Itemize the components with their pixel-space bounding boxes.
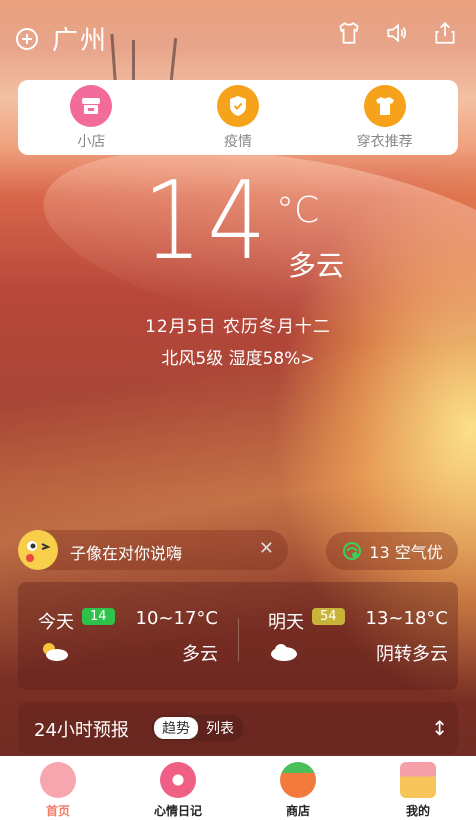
tab-trend[interactable]: 趋势 [154, 717, 198, 739]
temperature-range: 10~17°C [135, 608, 218, 629]
add-city-icon[interactable] [16, 27, 38, 50]
emoji-face-icon [18, 530, 58, 570]
palm-tree [132, 40, 135, 80]
quick-action-clothing[interactable]: 穿衣推荐 [325, 84, 445, 151]
forecast-condition: 阴转多云 [376, 644, 448, 665]
greeting-banner[interactable]: 子像在对你说嗨 ✕ [18, 530, 288, 570]
divider [238, 618, 239, 662]
forecast-today[interactable]: 今天 14 10~17°C 多云 [18, 582, 228, 690]
wind-humidity-link[interactable]: 北风5级 湿度58%> [0, 344, 476, 369]
hourly-title: 24小时预报 [34, 720, 129, 741]
top-actions [336, 20, 458, 46]
palm-tree [110, 33, 117, 81]
speaker-icon[interactable] [384, 20, 410, 46]
weather-screen: 广州 小店 疫情 穿衣推荐 14 °C 多云 12月5日 农历冬月十二 北风5级 [0, 0, 476, 820]
carrot-icon [280, 762, 316, 798]
shop-icon [70, 84, 113, 127]
share-icon[interactable] [432, 20, 458, 46]
current-temperature: 14 [143, 159, 272, 284]
forecast-day: 今天 [38, 612, 74, 633]
forecast-day: 明天 [268, 612, 304, 633]
air-quality-text: 13 空气优 [369, 543, 443, 562]
shirt-icon [363, 84, 406, 127]
nav-label: 我的 [405, 804, 430, 818]
aqi-badge: 54 [312, 608, 345, 625]
pig-icon [40, 762, 76, 798]
nav-home[interactable]: 首页 [8, 756, 108, 820]
temperature-unit: °C [276, 190, 320, 231]
partly-cloudy-icon [43, 643, 68, 661]
quick-actions-card: 小店 疫情 穿衣推荐 [18, 80, 458, 155]
hourly-forecast-header: 24小时预报 趋势 列表 ↕ [18, 702, 458, 754]
donut-icon [160, 762, 196, 798]
leaf-icon [343, 542, 362, 560]
drink-icon [400, 762, 436, 798]
nav-profile[interactable]: 我的 [368, 756, 468, 820]
nav-label: 商店 [285, 804, 310, 818]
location-bar: 广州 [16, 20, 108, 57]
quick-action-shop[interactable]: 小店 [31, 84, 151, 151]
cloud-icon [271, 644, 297, 661]
close-icon[interactable]: ✕ [259, 538, 274, 559]
tab-list[interactable]: 列表 [198, 717, 242, 739]
nav-label: 首页 [45, 804, 70, 818]
palm-tree [169, 37, 178, 81]
hourly-view-toggle: 趋势 列表 [152, 715, 244, 741]
date-line: 12月5日 农历冬月十二 [145, 317, 331, 337]
quick-action-label: 穿衣推荐 [356, 133, 413, 150]
temperature-range: 13~18°C [365, 608, 448, 629]
aqi-badge: 14 [82, 608, 115, 625]
daily-forecast-card[interactable]: 今天 14 10~17°C 多云 明天 54 13~18°C 阴转多云 [18, 582, 458, 690]
shirt-icon[interactable] [336, 20, 362, 46]
shield-icon [216, 84, 259, 127]
nav-mood-diary[interactable]: 心情日记 [128, 756, 228, 820]
forecast-tomorrow[interactable]: 明天 54 13~18°C 阴转多云 [248, 582, 458, 690]
forecast-condition: 多云 [182, 644, 218, 665]
air-quality-badge[interactable]: 13 空气优 [326, 532, 458, 570]
bottom-navigation: 首页 心情日记 商店 我的 [0, 756, 476, 820]
nav-store[interactable]: 商店 [248, 756, 348, 820]
current-condition: 多云 [288, 249, 345, 282]
greeting-text: 子像在对你说嗨 [70, 544, 183, 563]
quick-action-label: 疫情 [223, 133, 252, 150]
city-name[interactable]: 广州 [52, 20, 108, 57]
quick-action-epidemic[interactable]: 疫情 [178, 84, 298, 151]
sort-icon[interactable]: ↕ [431, 716, 448, 740]
quick-action-label: 小店 [77, 133, 106, 150]
nav-label: 心情日记 [153, 804, 202, 818]
